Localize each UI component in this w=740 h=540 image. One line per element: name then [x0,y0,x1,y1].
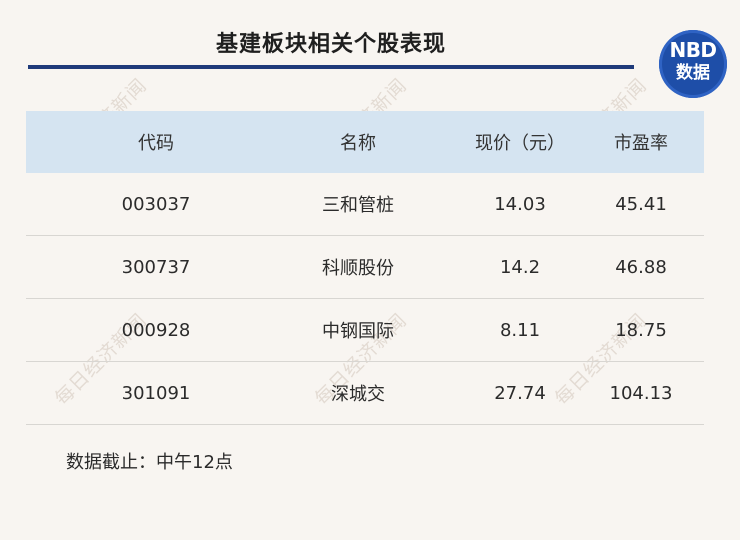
infographic: 基建板块相关个股表现 NBD 数据 每日经济新闻 每日经济新闻 每日经济新闻 每… [0,0,740,540]
column-header-code: 代码 [138,133,174,154]
column-header-pe: 市盈率 [614,133,668,154]
stock-name: 深城交 [331,384,385,405]
column-header-name: 名称 [340,133,376,154]
stock-name: 三和管桩 [322,195,394,216]
column-header-price: 现价（元） [475,133,565,154]
stock-pe: 46.88 [615,256,667,278]
table-row: 301091 深城交 27.74 104.13 [26,362,704,425]
title-block: 基建板块相关个股表现 [28,14,634,69]
stock-price: 14.2 [499,256,541,278]
stock-pe: 18.75 [615,319,667,341]
page-title: 基建板块相关个股表现 [215,32,446,57]
logo-text-nbd: NBD [669,38,717,62]
table-row: 003037 三和管桩 14.03 45.41 [26,173,704,236]
stock-price: 27.74 [494,382,546,404]
logo-text-data: 数据 [676,63,710,83]
stock-price: 8.11 [499,319,541,341]
stock-pe: 104.13 [609,382,673,404]
stock-name: 中钢国际 [322,321,394,342]
table-row: 000928 中钢国际 8.11 18.75 [26,299,704,362]
table-header-row: 代码 名称 现价（元） 市盈率 [26,111,704,173]
stock-code: 300737 [121,256,191,278]
data-cutoff-note: 数据截止：中午12点 [66,452,233,473]
stock-code: 003037 [121,193,191,215]
stock-code: 301091 [121,382,191,404]
stock-price: 14.03 [494,193,546,215]
stock-code: 000928 [121,319,191,341]
table-row: 300737 科顺股份 14.2 46.88 [26,236,704,299]
stock-table: 代码 名称 现价（元） 市盈率 003037 三和管桩 14.03 45.41 … [26,111,704,425]
stock-name: 科顺股份 [322,258,394,279]
stock-pe: 45.41 [615,193,667,215]
title-underline [28,65,634,69]
nbd-data-logo: NBD 数据 [659,30,727,98]
